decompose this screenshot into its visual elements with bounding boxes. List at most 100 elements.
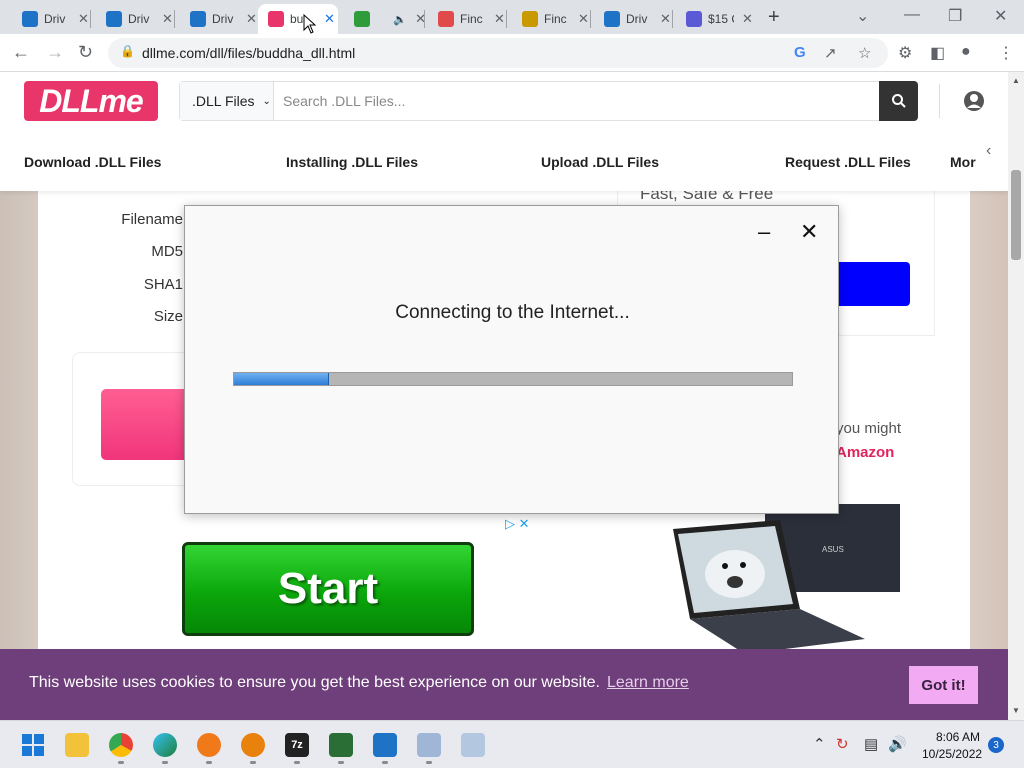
audio-playing-icon[interactable]: 🔈 [393, 13, 407, 26]
ad-start-button[interactable]: Start [182, 542, 474, 636]
dllme-blue-icon [22, 11, 38, 27]
you-might-text: you might [836, 420, 902, 437]
search-button[interactable] [879, 81, 918, 121]
dllme-running-indicator [382, 761, 388, 764]
menu-upload-dll[interactable]: Upload .DLL Files [541, 154, 659, 170]
ad-choices-icon[interactable]: ▷ ✕ [505, 516, 530, 532]
cookie-consent-bar: This website uses cookies to ensure you … [0, 649, 1008, 720]
tab-title: Driv [44, 12, 66, 26]
search-bar: .DLL Files ⌄ [179, 81, 918, 121]
share-icon[interactable]: ↗ [824, 44, 837, 62]
progress-bar [233, 372, 793, 386]
tab-close-icon[interactable]: ✕ [660, 11, 671, 27]
edge-icon[interactable] [153, 733, 177, 757]
dialog-minimize-button[interactable]: – [758, 221, 774, 243]
settings-gear-icon[interactable] [241, 733, 265, 757]
dllme-blue-icon [190, 11, 206, 27]
tab-close-icon[interactable]: ✕ [742, 11, 753, 27]
settings-running-indicator [250, 761, 256, 764]
menu-download-dll[interactable]: Download .DLL Files [24, 154, 161, 170]
avast-icon[interactable] [197, 733, 221, 757]
start-windows-icon[interactable] [21, 733, 45, 757]
tab-close-icon[interactable]: ✕ [78, 11, 89, 27]
tab-title: Finc [544, 12, 567, 26]
edge-running-indicator [162, 761, 168, 764]
clock-time[interactable]: 8:06 AM [936, 730, 980, 744]
file-explorer-icon[interactable] [65, 733, 89, 757]
installer2-icon[interactable] [461, 733, 485, 757]
chevron-left-icon[interactable]: ‹ [986, 142, 991, 160]
side-panel-icon[interactable]: ◧ [930, 43, 945, 63]
menu-request-dll[interactable]: Request .DLL Files [785, 154, 911, 170]
chrome-running-indicator [118, 761, 124, 764]
task-manager-icon[interactable] [329, 733, 353, 757]
edge-green-icon [354, 11, 370, 27]
browser-tab[interactable]: Driv ✕ [96, 4, 176, 34]
restore-window-button[interactable]: ❐ [948, 6, 962, 26]
new-tab-button[interactable]: + [768, 6, 780, 29]
extensions-icon[interactable]: ⚙ [898, 43, 912, 63]
address-bar[interactable]: 🔒 dllme.com/dll/files/buddha_dll.html G … [108, 38, 888, 68]
installer-icon[interactable] [417, 733, 441, 757]
browser-tab[interactable]: Finc ✕ [428, 4, 508, 34]
tab-close-icon[interactable]: ✕ [324, 11, 335, 27]
browser-tab[interactable]: bu ✕ [258, 4, 338, 34]
dllme-logo[interactable]: DLLme [24, 81, 158, 121]
browser-tab[interactable]: 🔈 ✕ [344, 4, 426, 34]
scroll-thumb[interactable] [1011, 170, 1021, 260]
reload-icon[interactable]: ↻ [78, 42, 93, 63]
profile-icon[interactable]: ● [961, 43, 971, 61]
tab-separator [506, 10, 507, 28]
cookie-message: This website uses cookies to ensure you … [29, 674, 600, 691]
bookmark-star-icon[interactable]: ☆ [858, 44, 871, 62]
browser-tab[interactable]: Driv ✕ [594, 4, 674, 34]
tab-separator [174, 10, 175, 28]
menu-kebab-icon[interactable]: ⋮ [998, 43, 1014, 63]
page-scrollbar[interactable]: ▲ ▼ [1008, 72, 1024, 720]
tab-title: Driv [212, 12, 234, 26]
google-icon[interactable]: G [794, 44, 806, 61]
notification-badge[interactable]: 3 [988, 737, 1004, 753]
browser-tab[interactable]: Finc ✕ [512, 4, 592, 34]
scroll-up-arrow-icon[interactable]: ▲ [1012, 76, 1020, 85]
close-window-button[interactable]: ✕ [994, 6, 1007, 26]
7zip-running-indicator [294, 761, 300, 764]
display-icon[interactable]: ▤ [864, 735, 878, 753]
lock-icon: 🔒 [120, 44, 135, 58]
7zip-icon[interactable]: 7z [285, 733, 309, 757]
minimize-window-button[interactable]: — [904, 6, 920, 24]
search-type-label: .DLL Files [192, 93, 255, 109]
filename-label: Filename [121, 211, 183, 228]
dialog-message: Connecting to the Internet... [395, 302, 630, 323]
update-icon[interactable]: ↻ [836, 735, 849, 753]
browser-tab[interactable]: Driv ✕ [12, 4, 92, 34]
chrome-icon[interactable] [109, 733, 133, 757]
tab-title: $15 Ca [708, 12, 734, 26]
dllme-blue-icon [106, 11, 122, 27]
search-input[interactable] [275, 82, 879, 120]
menu-installing-dll[interactable]: Installing .DLL Files [286, 154, 418, 170]
learn-more-link[interactable]: Learn more [607, 674, 689, 692]
volume-icon[interactable]: 🔊 [888, 735, 907, 753]
amazon-link[interactable]: Amazon [836, 444, 894, 461]
tab-close-icon[interactable]: ✕ [246, 11, 257, 27]
user-account-icon[interactable] [962, 89, 986, 113]
clock-date[interactable]: 10/25/2022 [922, 747, 982, 761]
search-type-dropdown[interactable]: .DLL Files ⌄ [180, 82, 274, 120]
chevron-up-icon[interactable]: ⌃ [813, 735, 826, 753]
browser-tab[interactable]: $15 Ca ✕ [676, 4, 758, 34]
got-it-button[interactable]: Got it! [909, 666, 978, 704]
back-icon[interactable]: ← [12, 42, 30, 63]
scroll-down-arrow-icon[interactable]: ▼ [1012, 706, 1020, 715]
forward-icon[interactable]: → [46, 42, 64, 63]
tab-search-icon[interactable]: ⌄ [856, 6, 869, 26]
tab-close-icon[interactable]: ✕ [494, 11, 505, 27]
browser-tab[interactable]: Driv ✕ [180, 4, 260, 34]
dialog-close-button[interactable]: ✕ [800, 221, 818, 243]
menu-more[interactable]: Mor [950, 154, 976, 170]
connecting-dialog: – ✕ Connecting to the Internet... [184, 205, 839, 514]
tab-close-icon[interactable]: ✕ [578, 11, 589, 27]
map-pin-icon [522, 11, 538, 27]
tab-close-icon[interactable]: ✕ [162, 11, 173, 27]
dllme-app-icon[interactable] [373, 733, 397, 757]
